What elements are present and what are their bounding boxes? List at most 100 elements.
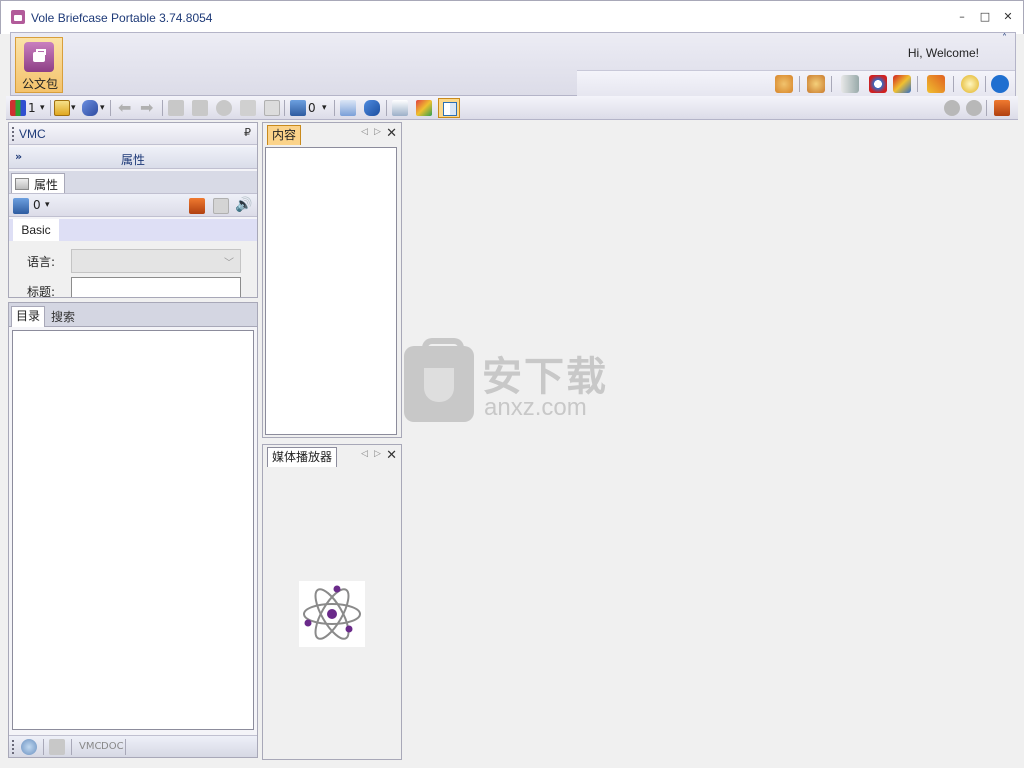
- structure-icon[interactable]: [192, 100, 208, 116]
- watermark-url: anxz.com: [484, 394, 587, 421]
- tools-icon[interactable]: [807, 75, 825, 93]
- separator: [50, 100, 51, 116]
- tab-catalog[interactable]: 目录: [11, 306, 45, 327]
- language-icon[interactable]: [893, 75, 911, 93]
- tab-search[interactable]: 搜索: [51, 308, 75, 325]
- title-bar: Vole Briefcase Portable 3.74.8054 – □ ✕: [0, 0, 1024, 34]
- tab-prev-icon[interactable]: ◁: [361, 449, 368, 459]
- tab-basic[interactable]: Basic: [13, 219, 59, 241]
- separator: [386, 100, 387, 116]
- 64bit-icon[interactable]: [869, 75, 887, 93]
- rtf-icon[interactable]: [340, 100, 356, 116]
- key-icon[interactable]: [927, 75, 945, 93]
- palette-icon[interactable]: [775, 75, 793, 93]
- separator: [284, 100, 285, 116]
- window-title: Vole Briefcase Portable 3.74.8054: [31, 11, 213, 25]
- timer-icon[interactable]: [961, 75, 979, 93]
- browser-icon[interactable]: [216, 100, 232, 116]
- main-toolbar: 1 ▾ ▾ ▾ ⬅ ➡ 0 ▾: [6, 96, 1018, 120]
- briefcase-button[interactable]: 公文包: [15, 37, 63, 93]
- language-label: 语言:: [27, 255, 56, 269]
- minimize-button[interactable]: –: [951, 9, 973, 25]
- separator: [917, 76, 918, 92]
- categories-icon[interactable]: [10, 100, 26, 116]
- briefcase-icon: [24, 42, 54, 72]
- close-icon[interactable]: ✕: [386, 448, 397, 463]
- layers-icon[interactable]: [82, 100, 98, 116]
- layout-toggle-button[interactable]: [438, 98, 460, 118]
- properties-toolbar: 0 ▾ 🔊: [9, 193, 257, 217]
- drag-handle[interactable]: [12, 127, 14, 141]
- separator: [986, 100, 987, 116]
- book-icon[interactable]: [841, 75, 859, 93]
- basic-tab-row: Basic: [9, 219, 257, 241]
- globe-icon[interactable]: [21, 739, 37, 755]
- back-circle-icon[interactable]: [944, 100, 960, 116]
- separator: [831, 76, 832, 92]
- info-icon[interactable]: [991, 75, 1009, 93]
- chevron-down-icon: ﹀: [224, 258, 234, 269]
- tree-icon[interactable]: [168, 100, 184, 116]
- navigation-panel: 目录 搜索 VMC DOC: [8, 302, 258, 758]
- catalog-tree[interactable]: [12, 330, 254, 730]
- chevron-down-icon[interactable]: ▾: [40, 99, 45, 117]
- html-icon[interactable]: [364, 100, 380, 116]
- window-icon[interactable]: [392, 100, 408, 116]
- welcome-text: Hi, Welcome!: [907, 46, 979, 60]
- navigation-footer: VMC DOC: [9, 735, 257, 757]
- tab-content[interactable]: 内容: [267, 125, 302, 145]
- chevron-down-icon[interactable]: ▾: [100, 99, 105, 117]
- database-icon[interactable]: [49, 739, 65, 755]
- chevron-down-icon[interactable]: ▾: [322, 99, 327, 117]
- back-arrow-icon[interactable]: ⬅: [118, 99, 131, 117]
- app-icon: [11, 10, 25, 24]
- code-icon[interactable]: [264, 100, 280, 116]
- forward-arrow-icon[interactable]: ➡: [140, 99, 153, 117]
- content-area[interactable]: [265, 147, 397, 435]
- pin-icon[interactable]: ₽: [244, 126, 251, 139]
- forward-circle-icon[interactable]: [966, 100, 982, 116]
- content-tab-row: 内容 ◁ ▷ ✕: [263, 123, 401, 145]
- title-field[interactable]: [71, 277, 241, 297]
- save-icon[interactable]: [54, 100, 70, 116]
- briefcase-label: 公文包: [21, 77, 58, 91]
- powerpoint-icon[interactable]: [994, 100, 1010, 116]
- folder-icon[interactable]: [240, 100, 256, 116]
- doc-export-button[interactable]: DOC: [101, 739, 124, 755]
- separator: [71, 739, 72, 755]
- chevron-down-icon[interactable]: ▾: [71, 99, 76, 117]
- ribbon-quick-strip: [577, 70, 1015, 96]
- close-icon[interactable]: ✕: [386, 126, 397, 141]
- properties-form: 语言: ﹀ 标题:: [9, 241, 257, 297]
- vmc-panel-title: VMC: [19, 127, 46, 141]
- properties-tab-row: 属性: [9, 171, 257, 193]
- document-icon[interactable]: [213, 198, 229, 214]
- language-select[interactable]: ﹀: [71, 249, 241, 273]
- watermark: 安下载 anxz.com: [404, 338, 624, 430]
- drag-handle[interactable]: [12, 740, 14, 754]
- tab-media-player[interactable]: 媒体播放器: [267, 447, 338, 467]
- ribbon-collapse-button[interactable]: ˄: [1002, 33, 1007, 44]
- separator: [799, 76, 800, 92]
- settings-icon[interactable]: [416, 100, 432, 116]
- atom-logo-icon: [299, 581, 365, 647]
- chevron-down-icon[interactable]: ▾: [45, 196, 50, 214]
- properties-section-header[interactable]: » 属性: [9, 147, 257, 169]
- package-count: 0: [308, 101, 316, 115]
- categories-count: 1: [28, 101, 36, 115]
- separator: [110, 100, 111, 116]
- separator: [43, 739, 44, 755]
- powerpoint-icon[interactable]: [189, 198, 205, 214]
- maximize-button[interactable]: □: [974, 9, 996, 25]
- tab-next-icon[interactable]: ▷: [374, 127, 381, 137]
- package-icon[interactable]: [290, 100, 306, 116]
- close-button[interactable]: ✕: [997, 9, 1019, 25]
- properties-section-title: 属性: [120, 153, 145, 167]
- tab-properties[interactable]: 属性: [11, 173, 65, 193]
- content-panel: 内容 ◁ ▷ ✕: [262, 122, 402, 438]
- tab-next-icon[interactable]: ▷: [374, 449, 381, 459]
- tab-prev-icon[interactable]: ◁: [361, 127, 368, 137]
- speaker-icon[interactable]: 🔊: [235, 196, 252, 214]
- package-icon[interactable]: [13, 198, 29, 214]
- vmc-export-button[interactable]: VMC: [79, 739, 101, 755]
